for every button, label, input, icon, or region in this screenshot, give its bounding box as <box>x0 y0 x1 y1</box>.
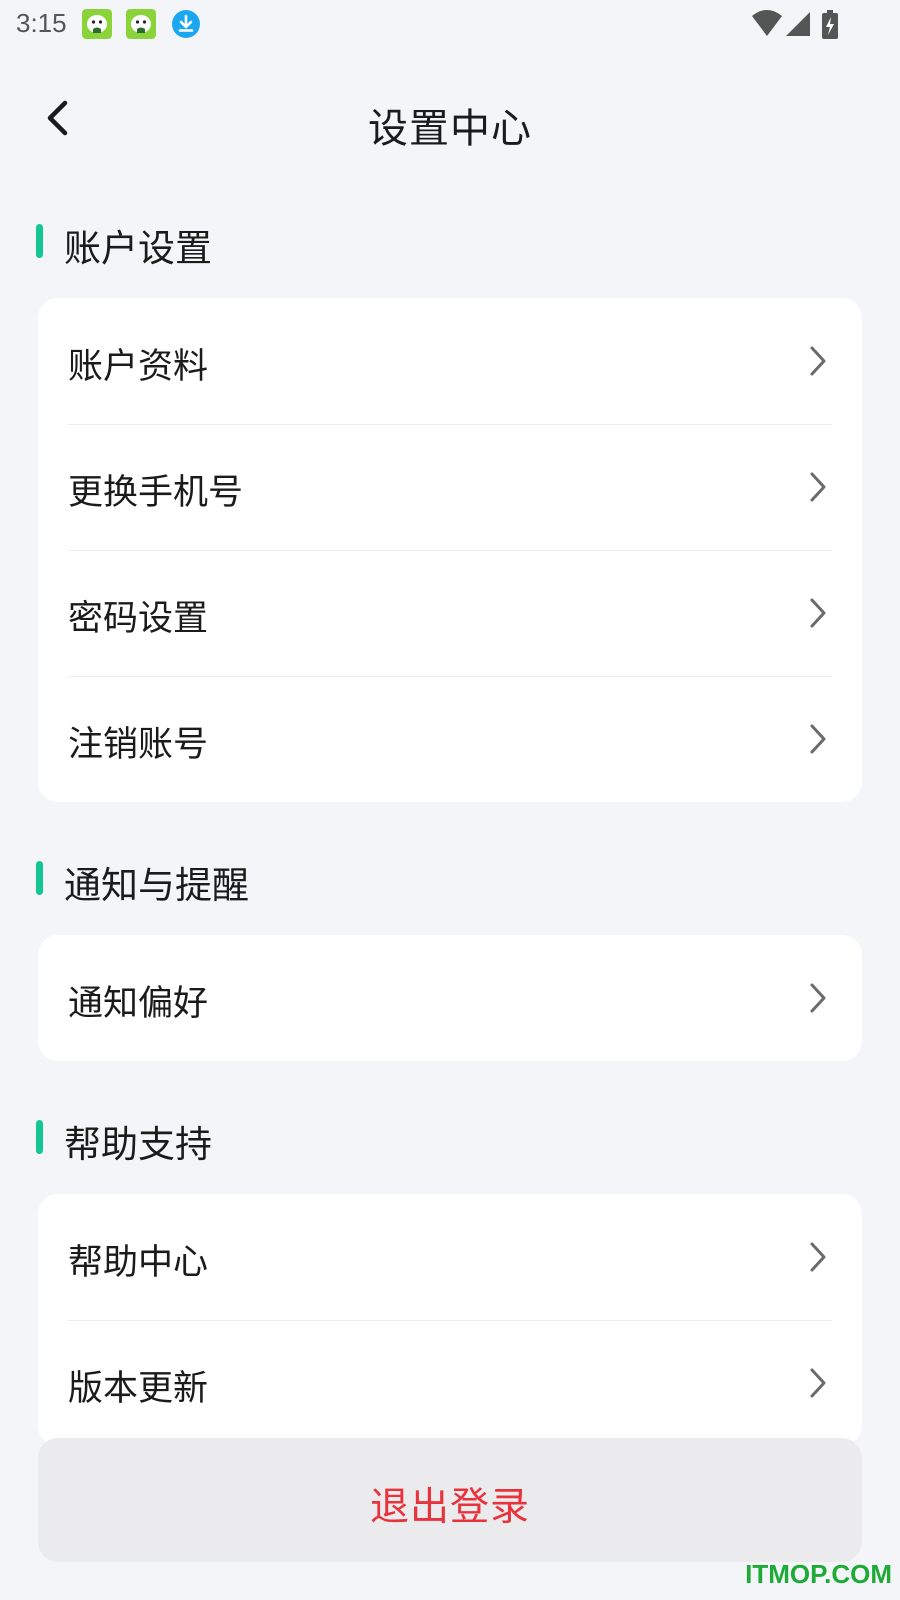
settings-item-change-phone[interactable]: 更换手机号 <box>38 424 862 550</box>
settings-item-help-center[interactable]: 帮助中心 <box>38 1194 862 1320</box>
notification-settings-card: 通知偏好 <box>38 935 862 1061</box>
chevron-right-icon <box>810 983 826 1013</box>
status-icons <box>752 10 838 39</box>
section-accent-bar <box>36 224 43 258</box>
section-title: 账户设置 <box>64 227 212 270</box>
status-time: 3:15 <box>16 8 67 38</box>
app-mascot-icon <box>126 9 156 39</box>
settings-item-label: 注销账号 <box>68 725 209 765</box>
settings-item-label: 帮助中心 <box>68 1243 209 1283</box>
chevron-right-icon <box>810 598 826 628</box>
section-title: 通知与提醒 <box>64 864 249 907</box>
help-settings-card: 帮助中心 版本更新 <box>38 1194 862 1446</box>
signal-icon <box>786 12 810 36</box>
logout-label: 退出登录 <box>369 1485 530 1530</box>
chevron-right-icon <box>810 472 826 502</box>
app-mascot-icon <box>82 9 112 39</box>
settings-item-label: 更换手机号 <box>68 473 244 513</box>
chevron-right-icon <box>810 1242 826 1272</box>
chevron-right-icon <box>810 346 826 376</box>
download-icon <box>172 10 200 38</box>
section-accent-bar <box>36 861 43 895</box>
chevron-right-icon <box>810 724 826 754</box>
chevron-right-icon <box>810 1368 826 1398</box>
wifi-icon <box>752 10 782 36</box>
account-settings-card: 账户资料 更换手机号 密码设置 注销账号 <box>38 298 862 802</box>
settings-item-label: 账户资料 <box>68 347 209 387</box>
section-title: 帮助支持 <box>64 1123 212 1166</box>
status-bar: 3:15 <box>0 0 900 50</box>
settings-item-password[interactable]: 密码设置 <box>38 550 862 676</box>
header: 设置中心 <box>0 70 900 170</box>
settings-item-label: 版本更新 <box>68 1369 209 1409</box>
settings-item-label: 通知偏好 <box>68 984 209 1024</box>
section-accent-bar <box>36 1120 43 1154</box>
settings-item-version-update[interactable]: 版本更新 <box>38 1320 862 1446</box>
watermark: ITMOP.COM <box>745 1559 892 1589</box>
logout-button[interactable]: 退出登录 <box>38 1438 862 1562</box>
settings-item-label: 密码设置 <box>68 599 209 639</box>
battery-charging-icon <box>822 10 838 39</box>
settings-item-notification-preferences[interactable]: 通知偏好 <box>38 935 862 1061</box>
settings-item-delete-account[interactable]: 注销账号 <box>38 676 862 802</box>
page-title: 设置中心 <box>368 106 532 152</box>
settings-item-account-profile[interactable]: 账户资料 <box>38 298 862 424</box>
